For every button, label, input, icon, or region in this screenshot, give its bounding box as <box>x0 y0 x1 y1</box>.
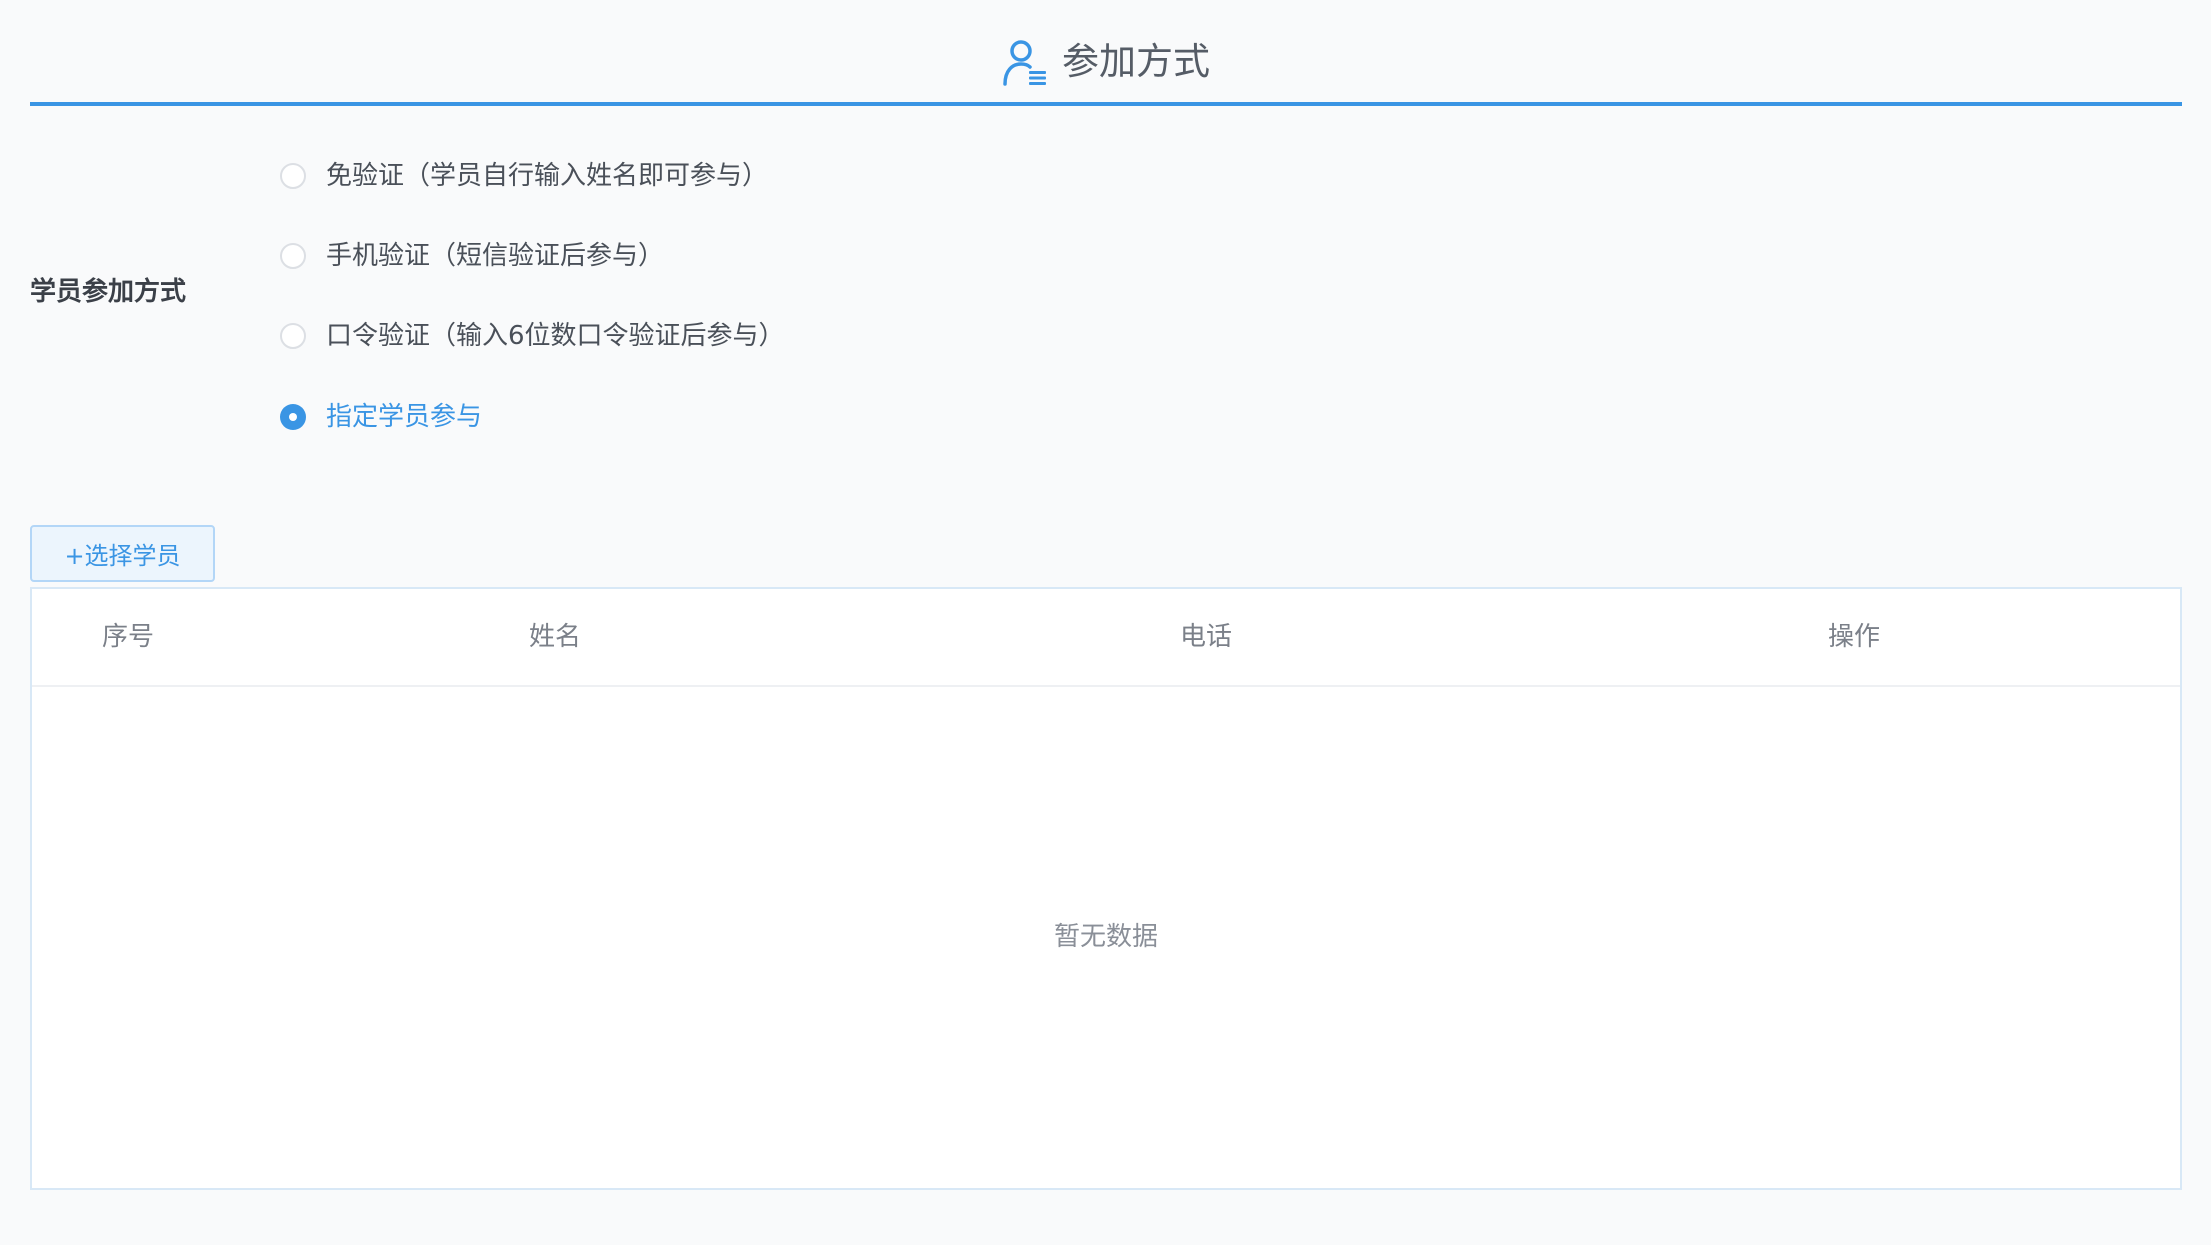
radio-option-label: 口令验证（输入6位数口令验证后参与） <box>326 321 785 351</box>
column-header-action: 操作 <box>1828 622 1881 652</box>
section-title: 参加方式 <box>1062 40 1210 83</box>
column-header-name: 姓名 <box>529 622 582 652</box>
select-students-button[interactable]: +选择学员 <box>30 525 215 582</box>
radio-option-no-verification[interactable]: 免验证（学员自行输入姓名即可参与） <box>280 156 768 196</box>
join-method-label: 学员参加方式 <box>30 277 187 307</box>
radio-button[interactable] <box>280 243 306 269</box>
section-header-content: 参加方式 <box>30 38 2182 86</box>
radio-option-phone-verification[interactable]: 手机验证（短信验证后参与） <box>280 236 664 276</box>
column-header-index: 序号 <box>102 622 155 652</box>
radio-option-label: 手机验证（短信验证后参与） <box>326 241 665 271</box>
table-header: 序号 姓名 电话 操作 <box>32 589 2180 687</box>
radio-button[interactable] <box>280 163 306 189</box>
user-list-icon <box>1003 40 1046 86</box>
radio-button[interactable] <box>280 323 306 349</box>
radio-button-selected[interactable] <box>280 404 306 430</box>
radio-option-passcode-verification[interactable]: 口令验证（输入6位数口令验证后参与） <box>280 316 785 356</box>
students-table: 序号 姓名 电话 操作 暂无数据 <box>30 587 2182 1190</box>
page: 参加方式 学员参加方式 免验证（学员自行输入姓名即可参与） 手机验证（短信验证后… <box>0 0 2211 1245</box>
section-header: 参加方式 <box>30 0 2182 106</box>
column-header-phone: 电话 <box>1180 622 1233 652</box>
radio-option-label: 免验证（学员自行输入姓名即可参与） <box>326 161 769 191</box>
radio-option-designated-students[interactable]: 指定学员参与 <box>280 397 482 437</box>
table-empty-state: 暂无数据 <box>1053 922 1158 952</box>
radio-option-label: 指定学员参与 <box>326 402 483 432</box>
